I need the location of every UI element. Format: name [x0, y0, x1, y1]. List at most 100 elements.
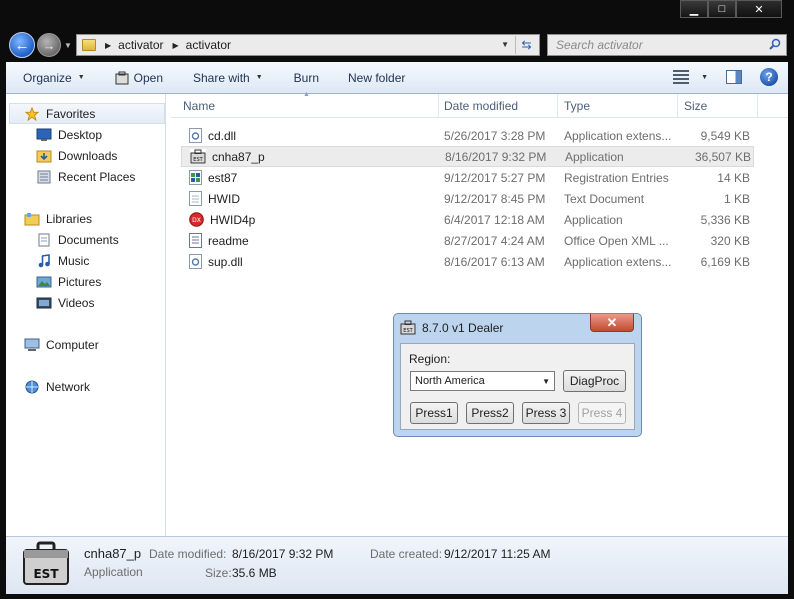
diagproc-button[interactable]: DiagProc: [563, 370, 626, 392]
title-bar: ▁ □ ✕: [0, 0, 794, 28]
file-name: cd.dll: [208, 128, 237, 143]
new-folder-button[interactable]: New folder: [348, 71, 405, 85]
table-row[interactable]: sup.dll 8/16/2017 6:13 AM Application ex…: [181, 251, 754, 272]
breadcrumb-item[interactable]: activator: [186, 38, 231, 52]
sidebar-item-label: Favorites: [46, 106, 96, 121]
file-name: est87: [208, 170, 238, 185]
region-value: North America: [415, 375, 485, 387]
table-row[interactable]: EST cnha87_p 8/16/2017 9:32 PM Applicatio…: [181, 146, 754, 167]
column-header-date-modified[interactable]: Date modified: [444, 99, 518, 113]
table-row[interactable]: HWID 9/12/2017 8:45 PM Text Document 1 K…: [181, 188, 754, 209]
file-size: 320 KB: [710, 234, 750, 248]
date-modified-value: 8/16/2017 9:32 PM: [232, 547, 334, 561]
dialog-close-button[interactable]: ✕: [590, 314, 634, 332]
change-view-icon[interactable]: [673, 70, 690, 84]
window-controls: ▁ □ ✕: [680, 0, 782, 18]
details-type: Application: [84, 565, 143, 579]
sidebar-item-libraries[interactable]: Libraries: [24, 208, 92, 229]
breadcrumb-item[interactable]: activator: [118, 38, 163, 52]
sidebar-item-label: Network: [46, 379, 91, 394]
maximize-button[interactable]: □: [708, 0, 736, 18]
file-size: 36,507 KB: [694, 150, 751, 164]
network-icon: [25, 380, 39, 393]
column-header-name[interactable]: Name: [183, 99, 215, 113]
svg-text:EST: EST: [33, 567, 59, 581]
file-size: 6,169 KB: [700, 255, 750, 269]
table-row[interactable]: est87 9/12/2017 5:27 PM Registration Ent…: [181, 167, 754, 188]
date-created-label: Date created:: [370, 547, 443, 561]
column-header-type[interactable]: Type: [564, 99, 590, 113]
toolcase-icon: EST: [400, 320, 416, 335]
organize-button[interactable]: Organize ▼: [23, 71, 85, 85]
recent-pages-dropdown[interactable]: ▼: [64, 41, 72, 50]
chevron-down-icon: ▼: [77, 74, 85, 81]
press1-button[interactable]: Press1: [410, 402, 458, 424]
search-icon: [769, 38, 781, 50]
file-date: 6/4/2017 12:18 AM: [444, 213, 545, 227]
forward-button[interactable]: →: [37, 33, 61, 57]
search-input[interactable]: Search activator: [547, 34, 787, 56]
documents-icon: [38, 233, 50, 246]
press2-button[interactable]: Press2: [466, 402, 514, 424]
file-date: 8/16/2017 6:13 AM: [444, 255, 545, 269]
file-date: 9/12/2017 8:45 PM: [444, 192, 546, 206]
back-button[interactable]: ←: [9, 32, 35, 58]
breadcrumb-separator-icon[interactable]: ▶: [105, 41, 111, 50]
address-bar[interactable]: ▶ activator ▶ activator ▼ ⇆: [76, 34, 540, 56]
sidebar-item-favorites[interactable]: Favorites: [9, 103, 165, 124]
column-header-size[interactable]: Size: [684, 99, 707, 113]
open-button[interactable]: Open: [115, 71, 163, 85]
folder-icon: [82, 39, 96, 51]
sidebar-item-videos[interactable]: Videos: [36, 292, 94, 313]
downloads-folder-icon: [36, 150, 52, 162]
close-button[interactable]: ✕: [736, 0, 782, 18]
sidebar-item-label: Pictures: [58, 274, 102, 289]
sidebar-item-desktop[interactable]: Desktop: [36, 124, 102, 145]
table-row[interactable]: readme 8/27/2017 4:24 AM Office Open XML…: [181, 230, 754, 251]
column-headers: ▲ Name Date modified Type Size: [171, 91, 788, 118]
svg-text:DX: DX: [192, 217, 201, 224]
command-bar: Organize ▼ Open Share with ▼ Burn New fold…: [6, 62, 788, 94]
preview-pane-icon[interactable]: [726, 70, 742, 84]
region-label: Region:: [409, 352, 451, 366]
recent-places-icon: [37, 170, 51, 183]
sidebar-item-network[interactable]: Network: [24, 376, 90, 397]
sidebar-item-recent-places[interactable]: Recent Places: [36, 166, 135, 187]
red-app-icon: DX: [189, 212, 204, 227]
toolcase-icon: EST: [23, 541, 69, 585]
open-label: Open: [133, 70, 163, 85]
sidebar-item-computer[interactable]: Computer: [24, 334, 99, 355]
registry-icon: [189, 170, 202, 185]
press3-button[interactable]: Press 3: [522, 402, 570, 424]
help-icon[interactable]: ?: [760, 68, 778, 86]
press4-button: Press 4: [578, 402, 626, 424]
sidebar-item-documents[interactable]: Documents: [36, 229, 119, 250]
view-dropdown-icon[interactable]: ▼: [701, 74, 708, 81]
sidebar-item-label: Computer: [46, 337, 99, 352]
region-select[interactable]: North America ▼: [410, 371, 555, 391]
address-dropdown-icon[interactable]: ▼: [501, 40, 509, 49]
breadcrumb-separator-icon[interactable]: ▶: [173, 41, 179, 50]
sidebar-item-label: Videos: [58, 295, 95, 310]
share-with-label: Share with: [193, 70, 250, 85]
sidebar-item-pictures[interactable]: Pictures: [36, 271, 101, 292]
sidebar-item-downloads[interactable]: Downloads: [36, 145, 117, 166]
burn-button[interactable]: Burn: [294, 71, 319, 85]
organize-label: Organize: [23, 70, 72, 85]
table-row[interactable]: cd.dll 5/26/2017 3:28 PM Application ext…: [181, 125, 754, 146]
sidebar-item-label: Downloads: [58, 148, 118, 163]
file-type: Text Document: [564, 192, 645, 206]
file-type: Application: [564, 213, 623, 227]
table-row[interactable]: DX HWID4p 6/4/2017 12:18 AM Application 5…: [181, 209, 754, 230]
minimize-button[interactable]: ▁: [680, 0, 708, 18]
new-folder-label: New folder: [348, 70, 406, 85]
star-icon: [24, 106, 40, 121]
share-with-button[interactable]: Share with ▼: [193, 71, 263, 85]
file-size: 5,336 KB: [700, 213, 750, 227]
refresh-icon[interactable]: ⇆: [515, 36, 537, 54]
file-name: sup.dll: [208, 254, 243, 269]
toolcase-icon: EST: [190, 149, 206, 164]
sidebar-item-label: Documents: [58, 232, 119, 247]
music-icon: [38, 253, 50, 267]
sidebar-item-music[interactable]: Music: [36, 250, 89, 271]
